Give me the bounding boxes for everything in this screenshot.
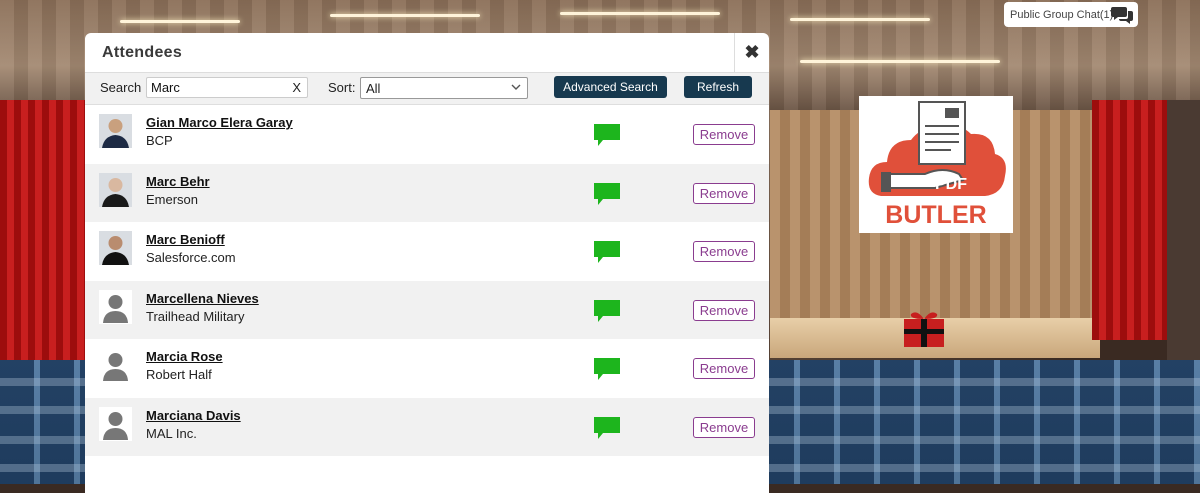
close-button[interactable]: ✖ [734,33,769,72]
avatar [99,348,132,382]
attendee-name-link[interactable]: Gian Marco Elera Garay [146,115,293,130]
attendee-company: BCP [146,133,173,148]
pdf-butler-logo[interactable]: PDF BUTLER [859,96,1013,233]
right-curtain [1092,100,1167,340]
attendee-row: Marc Benioff Salesforce.com Remove [85,222,769,281]
search-input[interactable] [151,79,281,96]
attendee-company: Salesforce.com [146,250,236,265]
avatar [99,406,132,441]
sort-dropdown[interactable]: All [360,77,528,99]
right-wall [1167,100,1200,360]
chat-message-icon[interactable] [594,416,620,444]
modal-header: Attendees ✖ [85,33,769,73]
refresh-button[interactable]: Refresh [684,76,752,98]
close-icon: ✖ [744,42,760,62]
remove-button[interactable]: Remove [693,358,755,379]
attendee-name-link[interactable]: Marcia Rose [146,349,223,364]
search-field[interactable]: X [146,77,308,98]
chevron-down-icon [511,80,521,97]
gift-icon[interactable] [903,307,945,349]
public-group-chat-label: Public Group Chat(1) [1010,8,1114,21]
attendee-company: Emerson [146,191,199,207]
attendee-row: Marc Behr Emerson Remove [85,163,769,222]
attendee-name-link[interactable]: Marc Behr [146,174,210,189]
avatar [99,289,132,324]
remove-button[interactable]: Remove [693,241,755,262]
chat-message-icon[interactable] [594,182,620,210]
attendee-row: Marcia Rose Robert Half Remove [85,339,769,398]
remove-button[interactable]: Remove [693,416,755,438]
chat-message-icon[interactable] [594,358,620,385]
attendee-name-link[interactable]: Marc Benioff [146,232,225,247]
attendee-company: Robert Half [146,367,212,382]
chat-message-icon[interactable] [594,299,620,327]
search-label: Search [100,80,142,95]
attendee-list: Gian Marco Elera Garay BCP Remove Marc Behr… [85,105,769,456]
logo-text-pdf: PDF [935,176,967,193]
attendee-company: Trailhead Military [146,308,245,324]
advanced-search-button[interactable]: Advanced Search [554,76,667,98]
public-group-chat-button[interactable]: Public Group Chat(1) [1004,2,1138,27]
remove-button[interactable]: Remove [693,182,755,204]
attendee-company: MAL Inc. [146,425,197,441]
avatar [99,231,132,265]
modal-title: Attendees [102,44,183,61]
chat-message-icon[interactable] [594,124,620,151]
left-curtain [0,100,85,380]
clear-search-button[interactable]: X [292,80,301,95]
sort-selected-value: All [366,81,381,96]
avatar [99,172,132,207]
group-chat-icon [1111,5,1133,27]
attendees-modal: Attendees ✖ Search X Sort: All Advanced … [85,33,769,493]
attendee-row: Gian Marco Elera Garay BCP Remove [85,105,769,164]
attendee-row: Marciana Davis MAL Inc. Remove [85,397,769,456]
logo-text-butler: BUTLER [885,201,987,229]
search-toolbar: Search X Sort: All Advanced Search Refre… [85,73,769,105]
attendee-name-link[interactable]: Marcellena Nieves [146,291,259,306]
sort-label: Sort: [328,80,356,95]
remove-button[interactable]: Remove [693,124,755,145]
avatar [99,114,132,148]
chat-message-icon[interactable] [594,241,620,268]
attendee-name-link[interactable]: Marciana Davis [146,408,241,423]
remove-button[interactable]: Remove [693,299,755,321]
attendee-row: Marcellena Nieves Trailhead Military Remov… [85,280,769,339]
